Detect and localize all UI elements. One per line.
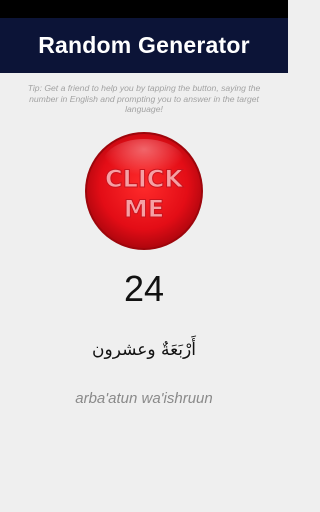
click-me-button-graphic: CLICK ME	[85, 132, 203, 250]
app-title: Random Generator	[38, 32, 250, 58]
app-bar: Random Generator	[0, 18, 288, 73]
status-bar	[0, 0, 288, 18]
main-content: Tip: Get a friend to help you by tapping…	[0, 73, 288, 512]
button-label-line2: ME	[124, 195, 164, 223]
transliteration-text: arba'atun wa'ishruun	[75, 390, 213, 407]
random-number: 24	[123, 268, 165, 309]
tip-text: Tip: Get a friend to help you by tapping…	[27, 83, 261, 115]
arabic-translation: أَرْبَعَةٌ وعشرون	[92, 340, 196, 360]
button-label-line1: CLICK	[105, 165, 184, 193]
click-me-button[interactable]: CLICK ME	[84, 131, 204, 251]
